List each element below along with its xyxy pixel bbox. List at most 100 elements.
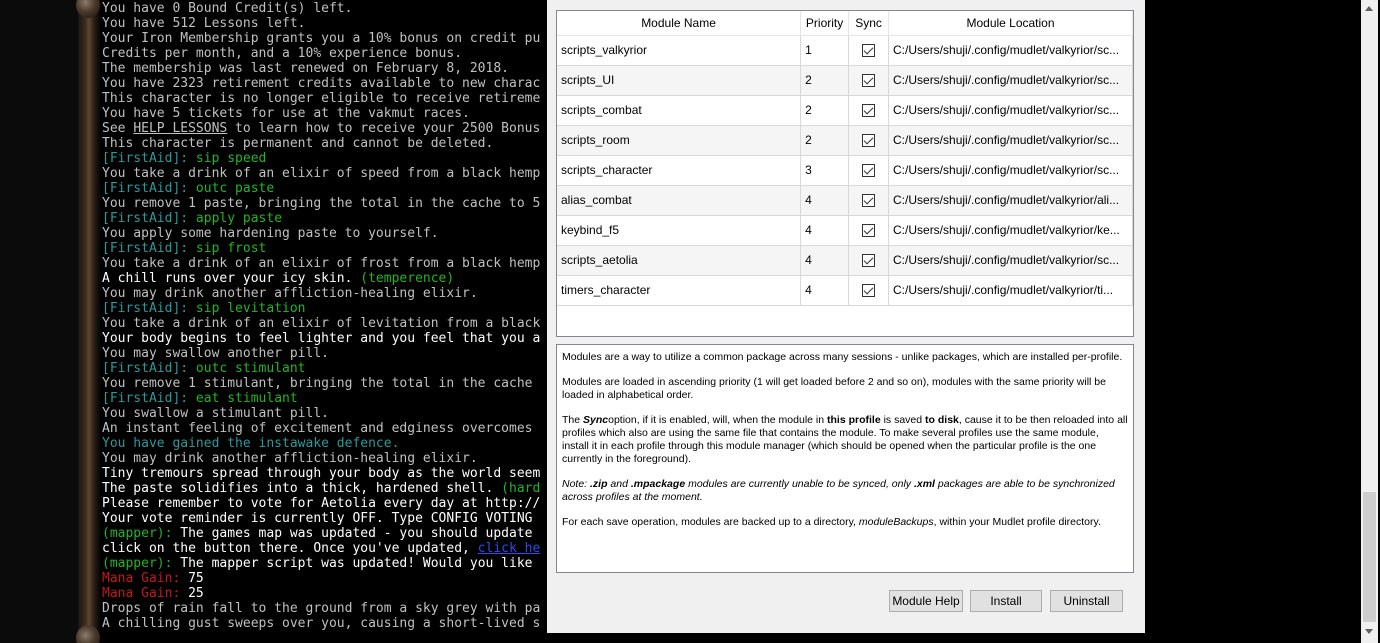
help-emphasis-sync: Sync bbox=[583, 414, 609, 426]
module-priority-cell[interactable]: 4 bbox=[800, 185, 850, 216]
module-name-cell[interactable]: scripts_UI bbox=[557, 65, 802, 96]
console-text: Tiny tremours spread through your body a… bbox=[102, 466, 541, 481]
module-row[interactable]: keybind_f5 4 C:/Users/shuji/.config/mudlet… bbox=[557, 215, 1133, 246]
module-priority-cell[interactable]: 4 bbox=[800, 215, 850, 246]
console-line: Tiny tremours spread through your body a… bbox=[102, 466, 552, 481]
console-text: Mana Gain: bbox=[102, 571, 189, 586]
console-text: [FirstAid]: bbox=[102, 241, 196, 256]
module-location-cell[interactable]: C:/Users/shuji/.config/mudlet/valkyrior/… bbox=[888, 215, 1133, 246]
module-manager-dialog: Module Name Priority Sync Module Locatio… bbox=[547, 0, 1145, 633]
uninstall-button[interactable]: Uninstall bbox=[1050, 590, 1123, 612]
module-row[interactable]: timers_character 4 C:/Users/shuji/.config/… bbox=[557, 275, 1133, 306]
console-line: Your body begins to feel lighter and you… bbox=[102, 331, 552, 346]
sync-checkbox[interactable] bbox=[862, 104, 876, 118]
module-name-cell[interactable]: timers_character bbox=[557, 275, 802, 306]
console-line: See HELP LESSONS to learn how to receive… bbox=[102, 121, 552, 136]
module-name-cell[interactable]: alias_combat bbox=[557, 185, 802, 216]
module-row[interactable]: scripts_UI 2 C:/Users/shuji/.config/mudlet… bbox=[557, 65, 1133, 96]
console-text: You take a drink of an elixir of speed f… bbox=[102, 166, 541, 181]
console-text: sip frost bbox=[195, 241, 267, 256]
console-scrollbar[interactable] bbox=[1361, 0, 1378, 643]
header-module-location[interactable]: Module Location bbox=[888, 11, 1133, 36]
console-line: You have 5 tickets for use at the vakmut… bbox=[102, 106, 552, 121]
module-name-cell[interactable]: keybind_f5 bbox=[557, 215, 802, 246]
module-location-cell[interactable]: C:/Users/shuji/.config/mudlet/valkyrior/… bbox=[888, 155, 1133, 186]
console-text: (hard bbox=[501, 481, 541, 496]
module-location-cell[interactable]: C:/Users/shuji/.config/mudlet/valkyrior/… bbox=[888, 275, 1133, 306]
console-line: [FirstAid]: sip frost bbox=[102, 241, 552, 256]
module-row[interactable]: scripts_valkyrior 1 C:/Users/shuji/.config… bbox=[557, 35, 1133, 66]
help-text: , within your Mudlet profile directory. bbox=[933, 516, 1101, 528]
sync-checkbox[interactable] bbox=[862, 194, 876, 208]
module-sync-cell bbox=[848, 275, 890, 306]
console-text: Your Iron Membership grants you a 10% bo… bbox=[102, 31, 541, 46]
module-row[interactable]: scripts_character 3 C:/Users/shuji/.config… bbox=[557, 155, 1133, 186]
module-name-cell[interactable]: scripts_room bbox=[557, 125, 802, 156]
console-line: You have gained the instawake defence. bbox=[102, 436, 552, 451]
console-text: eat stimulant bbox=[195, 391, 298, 406]
help-paragraph-4: Note: .zip and .mpackage modules are cur… bbox=[562, 478, 1128, 504]
console-line: This character is permanent and cannot b… bbox=[102, 136, 552, 151]
console-line: (mapper): The mapper script was updated!… bbox=[102, 556, 552, 571]
console-text: apply paste bbox=[195, 211, 283, 226]
module-help-button[interactable]: Module Help bbox=[889, 590, 963, 612]
module-row[interactable]: scripts_room 2 C:/Users/shuji/.config/mudl… bbox=[557, 125, 1133, 156]
module-priority-cell[interactable]: 1 bbox=[800, 35, 850, 66]
console-link[interactable]: click he bbox=[478, 541, 541, 556]
module-location-cell[interactable]: C:/Users/shuji/.config/mudlet/valkyrior/… bbox=[888, 245, 1133, 276]
console-line: You apply some hardening paste to yourse… bbox=[102, 226, 552, 241]
console-text: (mapper): bbox=[102, 556, 181, 571]
module-priority-cell[interactable]: 4 bbox=[800, 275, 850, 306]
sync-checkbox[interactable] bbox=[862, 44, 876, 58]
help-emphasis-to-disk: to disk bbox=[925, 414, 959, 426]
console-text: 75 bbox=[188, 571, 204, 586]
console-link[interactable]: HELP LESSONS bbox=[133, 121, 227, 136]
header-module-name[interactable]: Module Name bbox=[557, 11, 802, 36]
console-line: Your Iron Membership grants you a 10% bo… bbox=[102, 31, 552, 46]
module-row[interactable]: scripts_aetolia 4 C:/Users/shuji/.config/m… bbox=[557, 245, 1133, 276]
sync-checkbox[interactable] bbox=[862, 254, 876, 268]
console-text: [FirstAid]: bbox=[102, 151, 196, 166]
console-line: The paste solidifies into a thick, harde… bbox=[102, 481, 552, 496]
module-name-cell[interactable]: scripts_combat bbox=[557, 95, 802, 126]
module-row[interactable]: alias_combat 4 C:/Users/shuji/.config/mudl… bbox=[557, 185, 1133, 216]
module-location-cell[interactable]: C:/Users/shuji/.config/mudlet/valkyrior/… bbox=[888, 185, 1133, 216]
console-text: See bbox=[102, 121, 134, 136]
header-priority[interactable]: Priority bbox=[800, 11, 850, 36]
module-location-cell[interactable]: C:/Users/shuji/.config/mudlet/valkyrior/… bbox=[888, 125, 1133, 156]
install-button[interactable]: Install bbox=[970, 590, 1042, 612]
module-location-cell[interactable]: C:/Users/shuji/.config/mudlet/valkyrior/… bbox=[888, 65, 1133, 96]
module-priority-cell[interactable]: 2 bbox=[800, 65, 850, 96]
scroll-thumb[interactable] bbox=[1363, 492, 1376, 622]
scroll-down-icon[interactable] bbox=[1365, 629, 1373, 634]
sync-checkbox[interactable] bbox=[862, 224, 876, 238]
module-priority-cell[interactable]: 2 bbox=[800, 95, 850, 126]
console-text: sip levitation bbox=[195, 301, 306, 316]
console-line: You take a drink of an elixir of frost f… bbox=[102, 256, 552, 271]
sync-checkbox[interactable] bbox=[862, 134, 876, 148]
console-line: You may swallow another pill. bbox=[102, 346, 552, 361]
console-text: You have 0 Bound Credit(s) left. bbox=[102, 1, 353, 16]
console-text: outc paste bbox=[195, 181, 275, 196]
console-line: This character is no longer eligible to … bbox=[102, 91, 552, 106]
module-row[interactable]: scripts_combat 2 C:/Users/shuji/.config/mu… bbox=[557, 95, 1133, 126]
module-name-cell[interactable]: scripts_aetolia bbox=[557, 245, 802, 276]
module-location-cell[interactable]: C:/Users/shuji/.config/mudlet/valkyrior/… bbox=[888, 95, 1133, 126]
sync-checkbox[interactable] bbox=[862, 74, 876, 88]
module-sync-cell bbox=[848, 185, 890, 216]
module-priority-cell[interactable]: 3 bbox=[800, 155, 850, 186]
module-name-cell[interactable]: scripts_valkyrior bbox=[557, 35, 802, 66]
help-paragraph-2: Modules are loaded in ascending priority… bbox=[562, 376, 1106, 401]
sync-checkbox[interactable] bbox=[862, 284, 876, 298]
module-help-text: Modules are a way to utilize a common pa… bbox=[556, 344, 1134, 573]
module-priority-cell[interactable]: 2 bbox=[800, 125, 850, 156]
frame-rail bbox=[78, 0, 98, 643]
console-line: A chilling gust sweeps over you, causing… bbox=[102, 616, 552, 631]
sync-checkbox[interactable] bbox=[862, 164, 876, 178]
help-text: is saved bbox=[880, 414, 926, 426]
scroll-up-icon[interactable] bbox=[1365, 6, 1373, 11]
module-location-cell[interactable]: C:/Users/shuji/.config/mudlet/valkyrior/… bbox=[888, 35, 1133, 66]
module-priority-cell[interactable]: 4 bbox=[800, 245, 850, 276]
module-name-cell[interactable]: scripts_character bbox=[557, 155, 802, 186]
header-sync[interactable]: Sync bbox=[848, 11, 890, 36]
